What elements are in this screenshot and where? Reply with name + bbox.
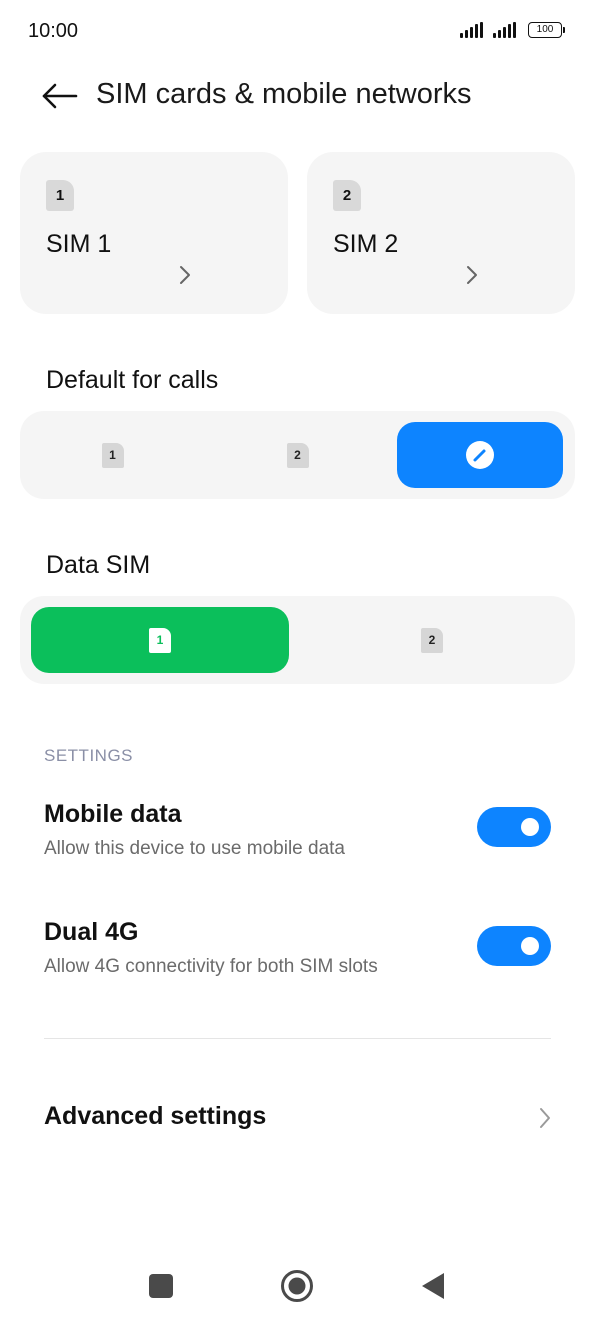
- sim-card-icon: 2: [333, 180, 361, 211]
- data-sim-label: Data SIM: [46, 551, 151, 579]
- sim-card-icon: 2: [286, 442, 309, 468]
- mobile-data-title: Mobile data: [44, 800, 182, 828]
- sim1-label: SIM 1: [46, 230, 112, 258]
- page-title: SIM cards & mobile networks: [96, 78, 472, 110]
- recents-icon: [149, 1274, 173, 1298]
- default-calls-label: Default for calls: [46, 366, 219, 394]
- sim2-card[interactable]: 2 SIM 2: [307, 152, 575, 314]
- chevron-right-icon: [540, 1108, 550, 1128]
- default-calls-selector: 1 2: [20, 411, 575, 499]
- advanced-settings-label: Advanced settings: [44, 1102, 267, 1130]
- back-icon: [422, 1273, 444, 1299]
- home-button[interactable]: [277, 1268, 317, 1304]
- divider: [44, 1038, 551, 1039]
- settings-section-header: SETTINGS: [44, 746, 134, 765]
- signal-icon-sim2: [493, 22, 516, 38]
- calls-option-sim1[interactable]: 1: [20, 422, 205, 488]
- toggle-knob: [521, 937, 539, 955]
- data-sim-selector: 1 2: [20, 596, 575, 684]
- chevron-right-icon: [180, 266, 190, 284]
- recents-button[interactable]: [141, 1268, 181, 1304]
- sim-card-icon: 1: [46, 180, 74, 211]
- calls-option-sim2[interactable]: 2: [205, 422, 390, 488]
- sim-card-icon: 2: [421, 627, 443, 653]
- dual-4g-subtitle: Allow 4G connectivity for both SIM slots: [44, 956, 378, 977]
- data-option-sim2[interactable]: 2: [297, 607, 567, 673]
- advanced-settings-row[interactable]: Advanced settings: [0, 1080, 595, 1156]
- signal-icon-sim1: [460, 22, 483, 38]
- calls-option-ask[interactable]: [397, 422, 563, 488]
- back-button[interactable]: [40, 80, 80, 112]
- edit-icon: [466, 441, 494, 469]
- sim2-label: SIM 2: [333, 230, 399, 258]
- status-time: 10:00: [28, 20, 79, 42]
- dual-4g-toggle[interactable]: [477, 926, 551, 966]
- home-icon: [281, 1270, 313, 1302]
- toggle-knob: [521, 818, 539, 836]
- arrow-left-icon: [42, 83, 78, 109]
- sim-card-icon: 1: [149, 627, 171, 653]
- mobile-data-toggle[interactable]: [477, 807, 551, 847]
- dual-4g-title: Dual 4G: [44, 918, 139, 946]
- status-icons: 100: [460, 22, 565, 38]
- battery-icon: 100: [528, 22, 565, 38]
- battery-level: 100: [528, 22, 562, 38]
- sim1-card[interactable]: 1 SIM 1: [20, 152, 288, 314]
- data-option-sim1[interactable]: 1: [31, 607, 289, 673]
- back-nav-button[interactable]: [413, 1268, 453, 1304]
- mobile-data-subtitle: Allow this device to use mobile data: [44, 838, 345, 859]
- chevron-right-icon: [467, 266, 477, 284]
- sim-card-icon: 1: [101, 442, 124, 468]
